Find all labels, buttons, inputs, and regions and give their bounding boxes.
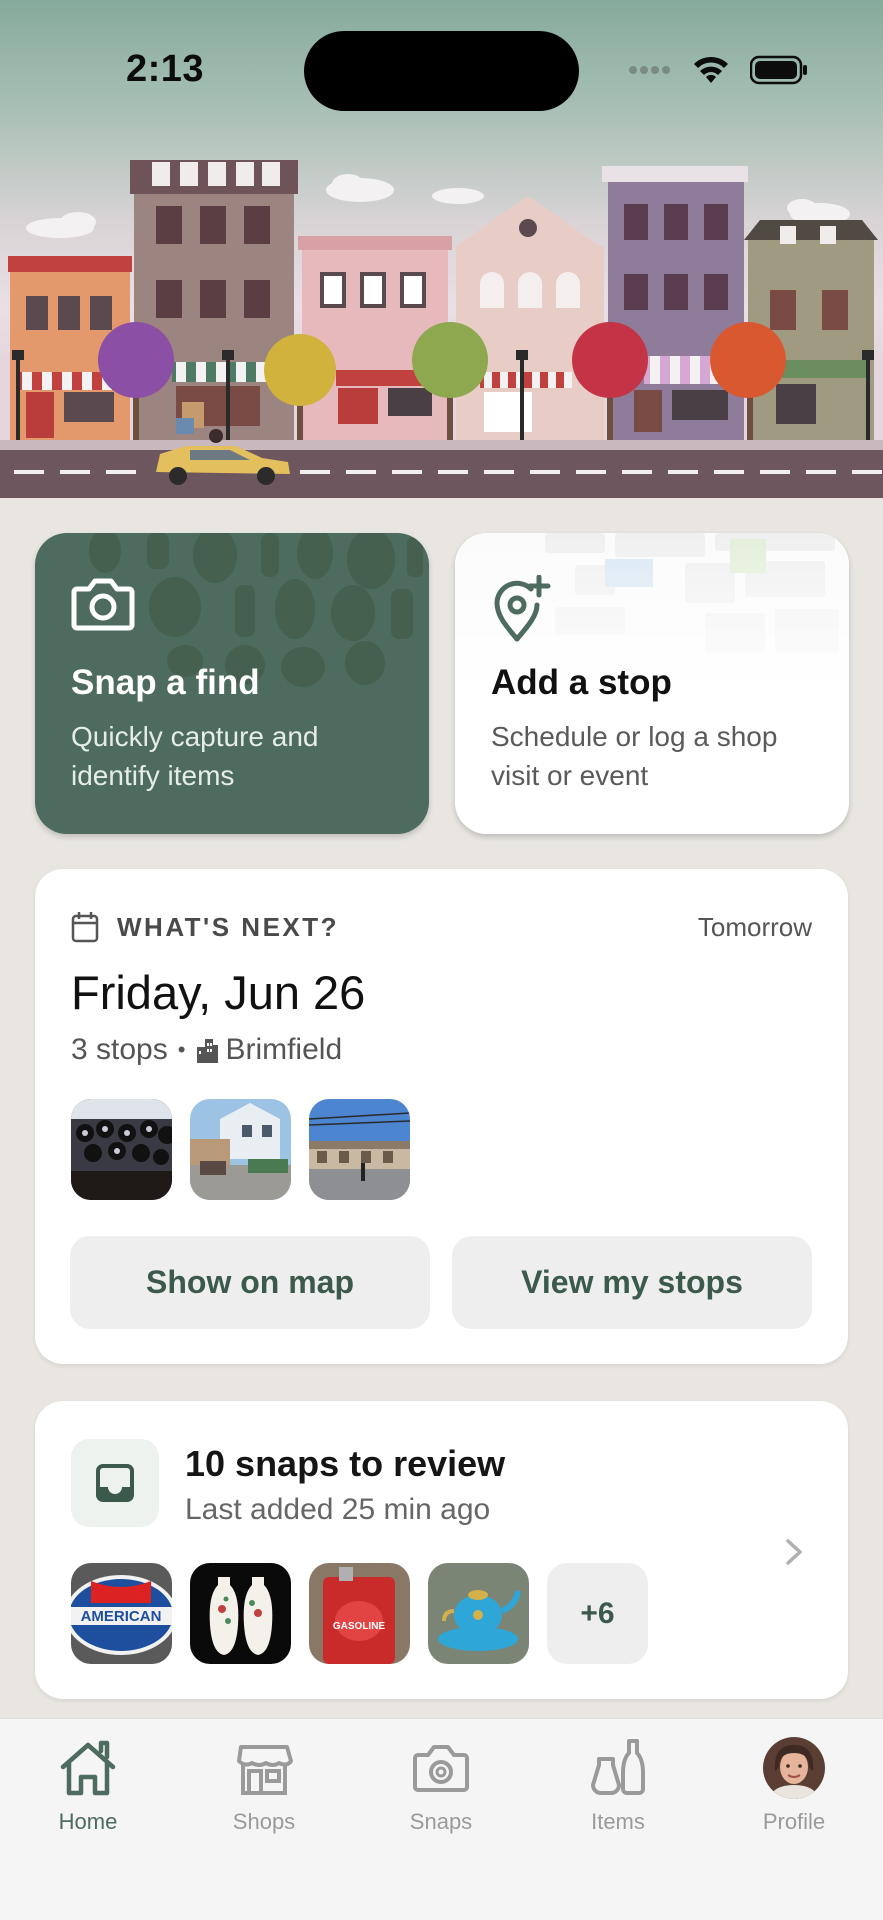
snap-card-subtitle: Quickly capture and identify items [71,721,319,791]
tab-shops[interactable]: Shops [194,1737,334,1835]
whats-next-card: WHAT'S NEXT? Tomorrow Friday, Jun 26 3 s… [35,869,848,1364]
stops-count: 3 stops [71,1033,168,1066]
tab-profile[interactable]: Profile [724,1737,864,1835]
dynamic-island [304,31,579,111]
tab-snaps[interactable]: Snaps [371,1737,511,1835]
snap-thumb-american-sign[interactable]: AMERICAN [71,1563,172,1664]
snaps-review-card[interactable]: 10 snaps to review Last added 25 min ago… [35,1401,848,1699]
review-subtitle: Last added 25 min ago [185,1493,491,1526]
hero-illustration: 2:13 [0,0,883,498]
stop-card-subtitle: Schedule or log a shop visit or event [491,721,778,791]
tab-snaps-label: Snaps [409,1809,473,1834]
next-location: Brimfield [225,1033,343,1066]
tab-profile-label: Profile [762,1809,826,1834]
status-bar: 2:13 [0,0,883,130]
city-buildings-icon [197,1039,219,1063]
chevron-right-icon[interactable] [784,1537,804,1567]
tab-home[interactable]: Home [18,1737,158,1835]
tab-items-label: Items [591,1809,645,1834]
add-a-stop-card[interactable]: Add a stop Schedule or log a shop visit … [455,533,849,834]
tab-home-label: Home [58,1809,118,1834]
review-title: 10 snaps to review [185,1443,506,1484]
inbox-icon [96,1464,134,1502]
view-my-stops-button[interactable]: View my stops [452,1236,812,1329]
tab-items[interactable]: Items [548,1737,688,1835]
next-meta: 3 stops • Brimfield [71,1033,342,1067]
whats-next-header: WHAT'S NEXT? Tomorrow [71,907,812,947]
whats-next-label: WHAT'S NEXT? [117,912,340,942]
home-icon [60,1740,116,1796]
wifi-icon [694,56,728,83]
more-snaps-count[interactable]: +6 [547,1563,648,1664]
tab-shops-label: Shops [232,1809,296,1834]
snap-thumb-gasoline-can[interactable]: GASOLINE [309,1563,410,1664]
avatar [763,1737,825,1799]
status-icons [628,52,808,88]
show-on-map-button[interactable]: Show on map [70,1236,430,1329]
snap-a-find-card[interactable]: Snap a find Quickly capture and identify… [35,533,429,834]
gasoline-can-text: GASOLINE [333,1621,386,1632]
next-when: Tomorrow [697,912,812,942]
cellular-signal-icon [629,66,670,74]
stop-card-title: Add a stop [491,663,672,702]
snap-thumb-teapot[interactable] [428,1563,529,1664]
calendar-icon [71,912,99,943]
separator-dot: • [177,1037,186,1062]
status-time: 2:13 [126,48,205,90]
next-date: Friday, Jun 26 [71,966,366,1019]
camera-icon [71,578,135,631]
storefront-icon [237,1745,293,1795]
inbox-icon-box [71,1439,159,1527]
stop-photo-1[interactable] [71,1099,172,1200]
camera-icon [413,1745,469,1792]
american-sign-text: AMERICAN [81,1608,162,1625]
stop-photo-3[interactable] [309,1099,410,1200]
snap-card-title: Snap a find [71,663,260,702]
stop-photo-2[interactable] [190,1099,291,1200]
stop-thumbnails [71,1099,410,1200]
battery-icon [750,55,807,85]
add-location-pin-icon [494,575,551,642]
review-thumbnails: AMERICAN GASOLINE +6 [71,1563,648,1664]
vases-icon [591,1739,645,1795]
bottom-tab-bar: Home Shops Snaps Items Profile [0,1718,883,1920]
snap-thumb-vases[interactable] [190,1563,291,1664]
